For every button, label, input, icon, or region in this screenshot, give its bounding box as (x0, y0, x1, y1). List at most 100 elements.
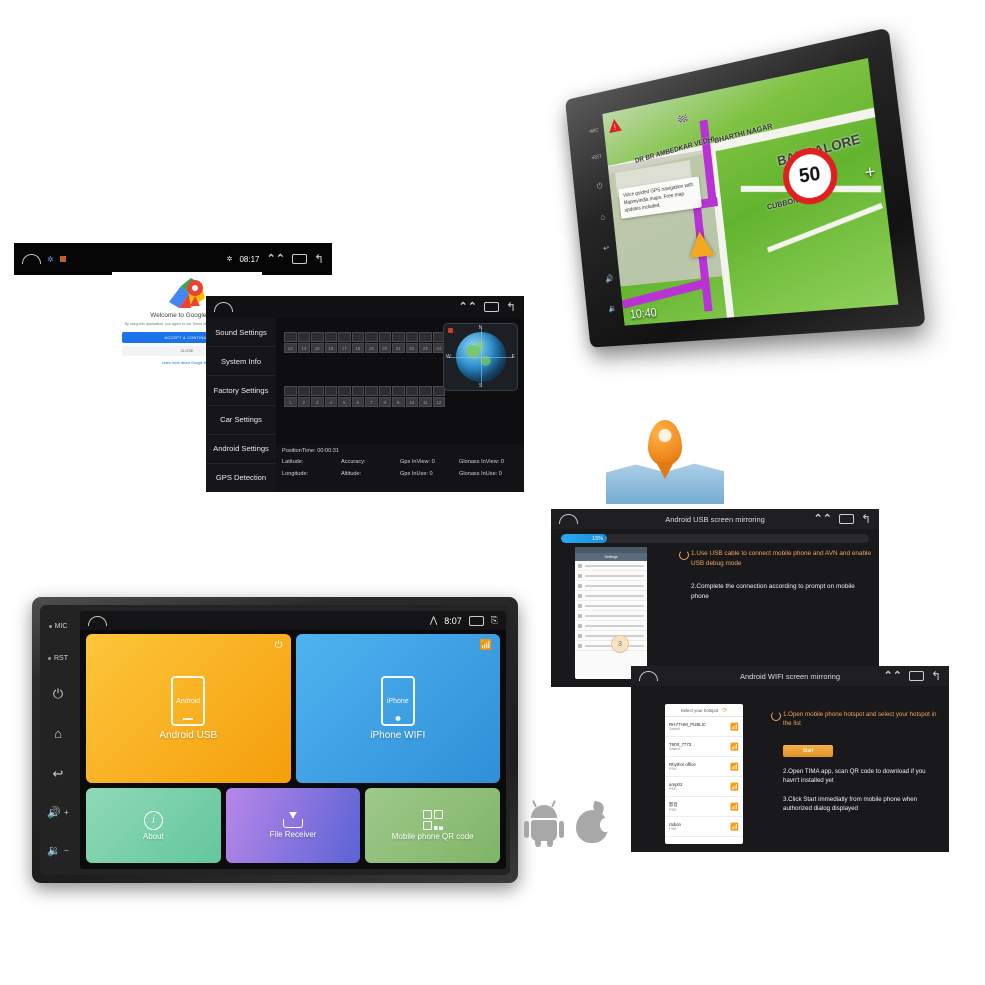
tile-label-about: About (142, 831, 164, 841)
satellite-id-cell: 18 (351, 343, 364, 353)
wifi-signal-icon: 📶 (730, 823, 739, 831)
hotspot-list-item[interactable]: 影音 PSK 📶 (665, 797, 743, 817)
hotspot-status: PSK (669, 767, 677, 771)
satellite-signal-bar (284, 386, 297, 396)
apps-icon[interactable] (483, 302, 499, 312)
tile-about[interactable]: i About (86, 788, 221, 863)
stereo-display[interactable]: ⋀ 8:07 ⎘ ⏻ Android Android USB 📶 iPhone … (80, 611, 506, 869)
wifi-signal-icon: 📶 (730, 723, 739, 731)
cloud-home-icon[interactable] (88, 615, 107, 626)
back-icon[interactable]: ↰ (931, 670, 941, 682)
gps-navigation-head-unit: •MIC •RST ⏻ ⌂ ↩ 🔊 🔉 ! 🏁 DR BR AMBEDKAR V… (530, 27, 950, 393)
wifi-step-3: 3.Click Start immediatly from mobile pho… (783, 796, 918, 813)
satellite-id-cell: 3 (311, 397, 324, 407)
volume-down-icon[interactable]: 🔉 − (47, 844, 68, 857)
power-icon[interactable]: ⏻ (596, 181, 603, 192)
home-icon[interactable]: ⌂ (600, 212, 605, 222)
volume-down-icon[interactable]: 🔉 (608, 304, 617, 313)
android-wifi-mirroring-panel: Android WIFI screen mirroring ⌃⌃ ↰ Selec… (631, 666, 949, 852)
chevron-up-icon[interactable]: ⌃⌃ (884, 670, 902, 682)
phone-mock-header: Settings (575, 553, 647, 561)
hotspot-list-item[interactable]: amp02 PSK 📶 (665, 777, 743, 797)
compass-north-label: N (478, 325, 483, 331)
phone-mock-row (575, 611, 647, 621)
bluetooth-status-icon: ✲ (226, 256, 233, 263)
chevron-up-icon[interactable]: ⌃⌃ (459, 301, 477, 313)
qr-code-icon (422, 810, 443, 831)
hotspot-list-item[interactable]: RHYTHM_PUBLIC Saved 📶 (665, 717, 743, 737)
satellite-id-cell: 23 (419, 343, 432, 353)
satellite-signal-bar (297, 332, 310, 342)
back-icon[interactable]: ↰ (861, 513, 871, 525)
nav-mic-label: •MIC (588, 127, 599, 135)
glonass-inview-value: Glonass InView: 0 (459, 459, 504, 465)
phone-mock-row (575, 571, 647, 581)
back-icon[interactable]: ↰ (506, 301, 516, 313)
mic-button[interactable]: MIC (48, 623, 67, 630)
eject-icon[interactable]: ⎘ (491, 615, 498, 626)
satellite-id-cell: 6 (351, 397, 364, 407)
satellite-signal-bar (419, 332, 432, 342)
volume-up-icon[interactable]: 🔊 (605, 274, 614, 283)
satellite-grid-top: 13 14 15 16 17 18 19 20 21 22 23 24 (284, 332, 445, 353)
satellite-id-cell: 19 (365, 343, 378, 353)
menu-item-car-settings[interactable]: Car Settings (206, 406, 276, 435)
menu-item-system-info[interactable]: System Info (206, 347, 276, 377)
refresh-icon[interactable]: ⟳ (722, 707, 727, 714)
menu-item-sound-settings[interactable]: Sound Settings (206, 318, 276, 348)
cloud-home-icon[interactable] (22, 254, 41, 264)
map-pin-world-icon (600, 418, 730, 508)
latitude-label: Latitude: (282, 459, 304, 465)
hotspot-status: PSK (669, 807, 677, 812)
usb-progress-track: 15% (561, 534, 869, 543)
back-icon[interactable]: ↩ (603, 243, 610, 254)
wifi-step-2: 2.Open TIMA app, scan QR code to downloa… (783, 767, 926, 784)
satellite-id-cell: 21 (392, 343, 405, 353)
back-icon[interactable]: ↰ (314, 253, 324, 265)
tile-android-usb[interactable]: ⏻ Android Android USB (86, 634, 291, 784)
satellite-signal-bar (378, 386, 391, 396)
satellite-id-cell: 10 (405, 397, 418, 407)
chevron-up-icon[interactable]: ⌃⌃ (814, 513, 832, 525)
apps-icon[interactable] (291, 254, 307, 264)
tile-mobile-qr-code[interactable]: Mobile phone QR code (365, 788, 501, 863)
apps-icon[interactable] (838, 514, 854, 524)
tile-file-receiver[interactable]: File Receiver (225, 788, 361, 863)
satellite-id-cell: 11 (419, 397, 432, 407)
hotspot-list[interactable]: Select your hotspot ⟳ RHYTHM_PUBLIC Saved… (665, 704, 743, 844)
chevron-up-icon[interactable]: ⌃⌃ (267, 253, 285, 265)
menu-item-android-settings[interactable]: Android Settings (206, 435, 276, 464)
longitude-label: Longitude: (282, 471, 309, 477)
apps-icon[interactable] (908, 671, 924, 681)
hotspot-status: Saved (669, 747, 680, 751)
nav-map-screen[interactable]: ! 🏁 DR BR AMBEDKAR VEDHI BHARTHI NAGAR B… (602, 58, 899, 326)
menu-item-gps-detection[interactable]: GPS Detection (206, 464, 276, 492)
cloud-home-icon[interactable] (214, 302, 233, 312)
power-icon[interactable]: ⏻ (53, 686, 63, 702)
hotspot-list-item[interactable]: rtidion PSK 📶 (665, 817, 743, 837)
cloud-home-icon[interactable] (639, 671, 658, 681)
warning-triangle-icon: ! (607, 117, 622, 134)
menu-item-factory-settings[interactable]: Factory Settings (206, 376, 276, 406)
volume-up-icon[interactable]: 🔊 + (47, 806, 68, 819)
navigation-position-arrow (687, 229, 715, 258)
cloud-home-icon[interactable] (559, 514, 578, 524)
satellite-signal-bar (419, 386, 432, 396)
satellite-signal-bar (338, 332, 351, 342)
hotspot-list-item[interactable]: T900_7773 Saved 📶 (665, 737, 743, 757)
gps-inview-value: Gps InView: 0 (400, 459, 435, 465)
phone-mock-row (575, 561, 647, 571)
compass-east-label: E (511, 354, 515, 360)
gps-detection-panel: ⌃⌃ ↰ Sound Settings System Info Factory … (206, 296, 524, 492)
start-button[interactable]: Start (783, 744, 833, 757)
reset-button[interactable]: RST (48, 655, 68, 662)
wifi-step-1: 1.Open mobile phone hotspot and select y… (771, 710, 943, 729)
satellite-signal-bar (311, 332, 324, 342)
usb-panel-status-bar: Android USB screen mirroring ⌃⌃ ↰ (551, 509, 879, 529)
stereo-status-bar: ⋀ 8:07 ⎘ (80, 611, 506, 630)
home-icon[interactable]: ⌂ (54, 726, 62, 741)
satellite-signal-bar (405, 386, 418, 396)
hotspot-list-item[interactable]: Rhythm office PSK 📶 (665, 757, 743, 777)
tile-iphone-wifi[interactable]: 📶 iPhone iPhone WIFI (295, 634, 500, 784)
back-icon[interactable]: ↩ (53, 766, 64, 782)
